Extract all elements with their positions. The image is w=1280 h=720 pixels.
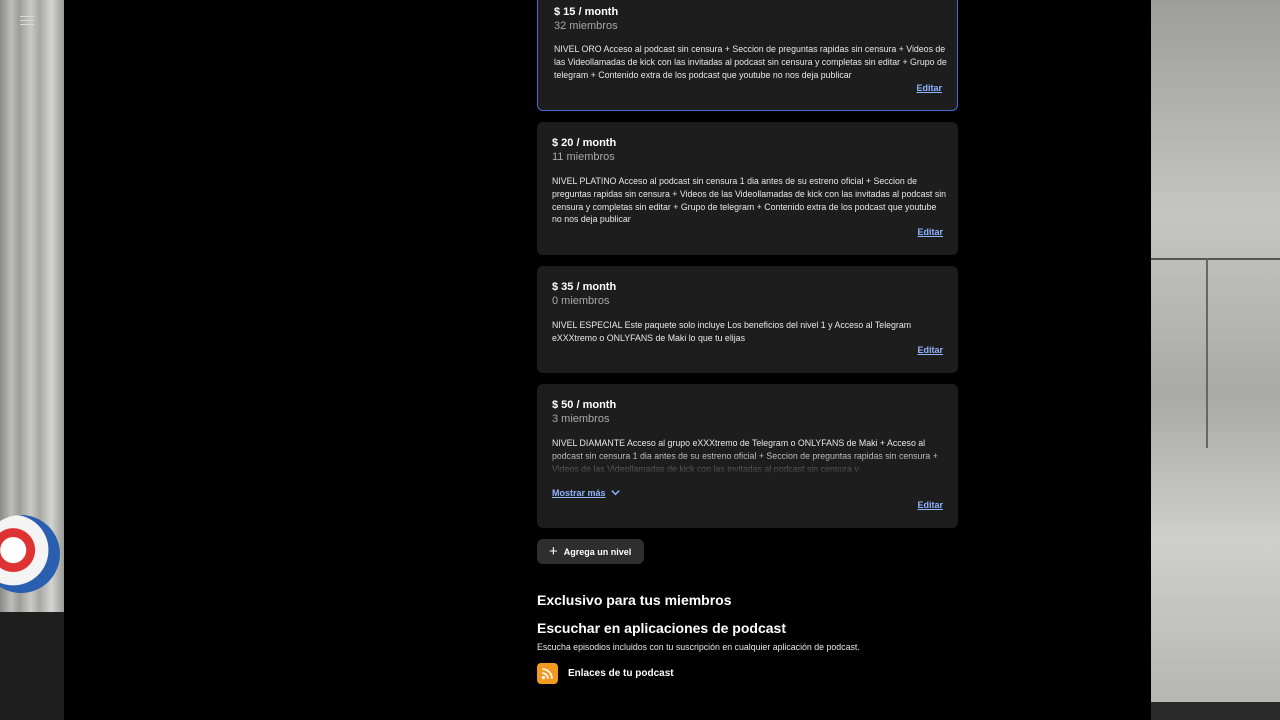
background-toy <box>0 515 60 593</box>
edit-tier-button[interactable]: Editar <box>917 227 943 237</box>
podcast-links-button[interactable]: Enlaces de tu podcast <box>537 663 674 684</box>
background-frame-vertical <box>1206 258 1208 448</box>
tier-description: NIVEL DIAMANTE Acceso al grupo eXXXtremo… <box>552 438 938 474</box>
tier-card[interactable]: $ 15 / month 32 miembros NIVEL ORO Acces… <box>537 0 958 111</box>
tier-members: 0 miembros <box>552 295 610 307</box>
edit-tier-button[interactable]: Editar <box>917 345 943 355</box>
tier-card[interactable]: $ 50 / month 3 miembros NIVEL DIAMANTE A… <box>537 384 958 528</box>
tier-card[interactable]: $ 35 / month 0 miembros NIVEL ESPECIAL E… <box>537 266 958 373</box>
section-heading-listen: Escuchar en aplicaciones de podcast <box>537 620 786 636</box>
rss-icon <box>537 663 558 684</box>
add-level-label: Agrega un nivel <box>563 546 632 557</box>
tier-members: 3 miembros <box>552 413 610 425</box>
tier-members: 32 miembros <box>554 20 618 32</box>
background-right-photo <box>1151 0 1280 720</box>
edit-tier-button[interactable]: Editar <box>916 83 942 93</box>
tier-members: 11 miembros <box>552 151 615 163</box>
edit-tier-button[interactable]: Editar <box>917 500 943 510</box>
tier-card[interactable]: $ 20 / month 11 miembros NIVEL PLATINO A… <box>537 122 958 255</box>
show-more-button[interactable]: Mostrar más <box>552 487 621 498</box>
hamburger-menu-icon[interactable] <box>20 13 34 27</box>
section-heading-exclusive: Exclusivo para tus miembros <box>537 592 732 608</box>
tier-price: $ 20 / month <box>552 137 617 149</box>
background-shelf <box>0 612 64 720</box>
tier-description: NIVEL PLATINO Acceso al podcast sin cens… <box>552 176 947 225</box>
background-floor <box>1151 702 1280 720</box>
listen-subtext: Escucha episodios incluidos con tu suscr… <box>537 642 860 652</box>
tier-price: $ 15 / month <box>554 6 619 18</box>
tier-price: $ 35 / month <box>552 281 617 293</box>
tier-price: $ 50 / month <box>552 399 617 411</box>
chevron-down-icon <box>610 490 620 496</box>
show-more-label: Mostrar más <box>552 487 606 498</box>
tier-description: NIVEL ESPECIAL Este paquete solo incluye… <box>552 320 912 343</box>
podcast-links-label: Enlaces de tu podcast <box>568 668 674 679</box>
tier-description: NIVEL ORO Acceso al podcast sin censura … <box>554 44 947 80</box>
plus-icon: + <box>549 543 558 560</box>
add-level-button[interactable]: + Agrega un nivel <box>537 539 644 564</box>
background-frame <box>1151 258 1280 260</box>
background-left-photo <box>0 0 64 720</box>
